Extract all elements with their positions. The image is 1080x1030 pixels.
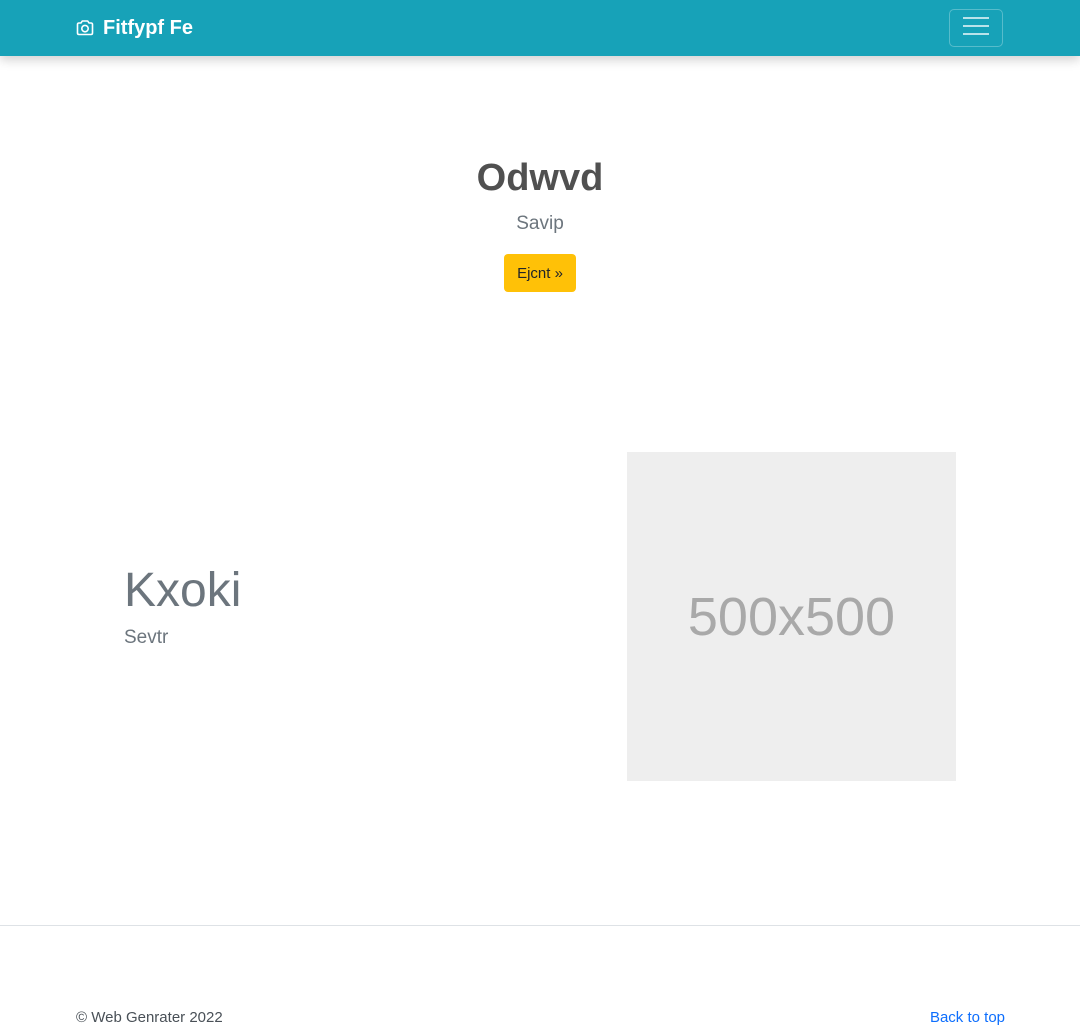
back-to-top-link[interactable]: Back to top: [930, 1008, 1005, 1028]
hero-title: Odwvd: [476, 157, 604, 199]
footer-divider: [0, 925, 1080, 926]
hero-subtitle: Savip: [516, 213, 564, 234]
camera-icon: [75, 18, 95, 38]
navbar-toggle-button[interactable]: [949, 9, 1003, 47]
feature-subtitle: Sevtr: [124, 627, 169, 648]
hero-cta-button[interactable]: Ejcnt »: [504, 254, 576, 292]
copyright-text: © Web Genrater 2022: [76, 1009, 223, 1026]
feature-image-placeholder: 500x500: [627, 452, 956, 781]
navbar: Fitfypf Fe: [0, 0, 1080, 56]
feature-title: Kxoki: [124, 564, 242, 617]
hamburger-icon: [962, 16, 990, 41]
brand-link[interactable]: Fitfypf Fe: [75, 15, 193, 41]
placeholder-label: 500x500: [687, 586, 896, 647]
brand-name: Fitfypf Fe: [103, 16, 193, 39]
